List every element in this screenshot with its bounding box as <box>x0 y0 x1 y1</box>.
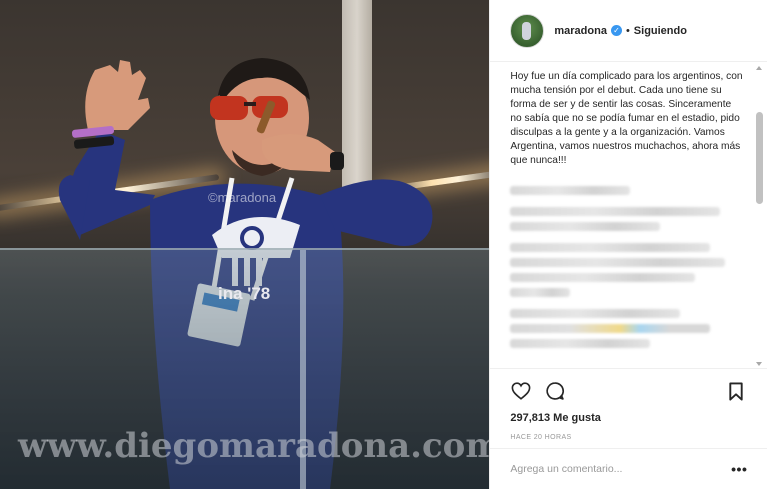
verified-badge-icon: ✓ <box>610 25 622 36</box>
blurred-comment <box>510 309 681 318</box>
post-timestamp[interactable]: HACE 20 HORAS <box>510 434 747 441</box>
header-separator: • <box>625 24 630 37</box>
blurred-comment <box>510 243 711 252</box>
blurred-comment <box>510 339 651 348</box>
blurred-comment <box>510 222 661 231</box>
blurred-comment <box>510 288 571 297</box>
comments-scrollbar[interactable] <box>756 112 763 204</box>
scroll-up-arrow-icon[interactable] <box>756 66 762 70</box>
comment-box: ••• <box>490 448 767 489</box>
blurred-comment <box>510 186 631 195</box>
post-side-panel: maradona ✓ • Siguiendo Hoy fue un día co… <box>489 0 767 489</box>
blurred-comment <box>510 207 721 216</box>
blurred-comment <box>510 324 711 333</box>
heart-icon[interactable] <box>510 380 532 402</box>
instagram-post: ina '78 ©maradona www.diegomaradona.com … <box>0 0 767 489</box>
comment-input[interactable] <box>510 463 732 475</box>
scroll-down-arrow-icon[interactable] <box>756 362 762 366</box>
following-button[interactable]: Siguiendo <box>634 25 687 37</box>
post-photo[interactable]: ina '78 ©maradona www.diegomaradona.com <box>0 0 490 489</box>
avatar[interactable] <box>510 13 545 48</box>
post-header: maradona ✓ • Siguiendo <box>490 0 767 62</box>
username-link[interactable]: maradona <box>554 25 607 37</box>
more-options-icon[interactable]: ••• <box>731 461 747 477</box>
post-actions: 297,813 Me gusta HACE 20 HORAS <box>490 368 767 441</box>
bookmark-icon[interactable] <box>725 380 747 402</box>
blurred-comment <box>510 273 696 282</box>
comments-area[interactable]: Hoy fue un día complicado para los argen… <box>490 62 767 368</box>
comment-bubble-icon[interactable] <box>544 380 566 402</box>
photo-watermark-handle: ©maradona <box>208 190 277 205</box>
post-caption: Hoy fue un día complicado para los argen… <box>510 71 743 166</box>
photo-watermark-site: www.diegomaradona.com <box>18 426 490 466</box>
action-icons-row <box>510 379 747 403</box>
blurred-comment <box>510 258 726 267</box>
shirt-text: ina '78 <box>218 284 271 303</box>
likes-count[interactable]: 297,813 Me gusta <box>510 412 747 424</box>
